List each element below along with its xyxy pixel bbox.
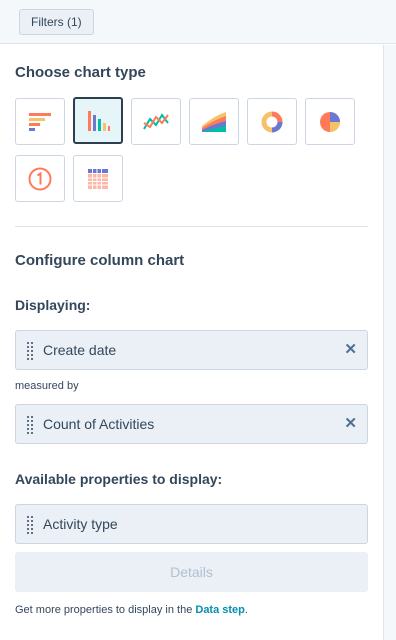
chart-type-column-button[interactable] (73, 97, 123, 144)
chart-type-line-button[interactable] (131, 98, 181, 145)
footer-hint: Get more properties to display in the Da… (15, 604, 248, 616)
column-chart-icon (88, 110, 110, 131)
displaying-label: Displaying: (15, 297, 91, 313)
available-property-label: Activity type (43, 516, 118, 532)
chart-type-area-button[interactable] (189, 98, 239, 145)
top-toolbar: Filters (1) (0, 0, 396, 44)
footer-text: Get more properties to display in the (15, 604, 196, 616)
filters-button[interactable]: Filters (1) (19, 9, 94, 35)
available-properties-heading: Available properties to display: (15, 471, 223, 487)
pivot-table-icon (88, 168, 108, 189)
chart-type-pie-button[interactable] (305, 98, 355, 145)
pie-chart-icon (320, 111, 340, 132)
displaying-property-chip[interactable]: Create date ✕ (15, 330, 368, 370)
line-chart-icon (143, 112, 169, 130)
measured-by-label: measured by (15, 380, 79, 392)
area-chart-icon (202, 111, 226, 132)
drag-handle-icon[interactable] (27, 416, 35, 434)
scrollbar-track[interactable] (383, 45, 396, 640)
details-button[interactable]: Details (15, 552, 368, 592)
choose-chart-type-heading: Choose chart type (15, 64, 146, 81)
available-property-chip[interactable]: Activity type (15, 504, 368, 544)
configure-chart-heading: Configure column chart (15, 252, 185, 269)
chart-type-horizontal-bar-button[interactable] (15, 98, 65, 145)
chart-type-donut-button[interactable] (247, 98, 297, 145)
donut-chart-icon (261, 111, 283, 132)
horizontal-bar-chart-icon (29, 112, 51, 131)
remove-displaying-close-icon[interactable]: ✕ (344, 331, 357, 369)
chart-type-pivot-table-button[interactable] (73, 155, 123, 202)
drag-handle-icon[interactable] (27, 516, 35, 534)
chart-type-summary-button[interactable] (15, 155, 65, 202)
drag-handle-icon[interactable] (27, 342, 35, 360)
measured-property-chip[interactable]: Count of Activities ✕ (15, 404, 368, 444)
data-step-link[interactable]: Data step (195, 604, 245, 616)
measured-property-label: Count of Activities (43, 416, 155, 432)
summary-number-icon (28, 167, 52, 190)
displaying-property-label: Create date (43, 342, 117, 358)
section-divider (15, 226, 368, 227)
remove-measured-close-icon[interactable]: ✕ (344, 405, 357, 443)
footer-text-end: . (244, 604, 248, 616)
